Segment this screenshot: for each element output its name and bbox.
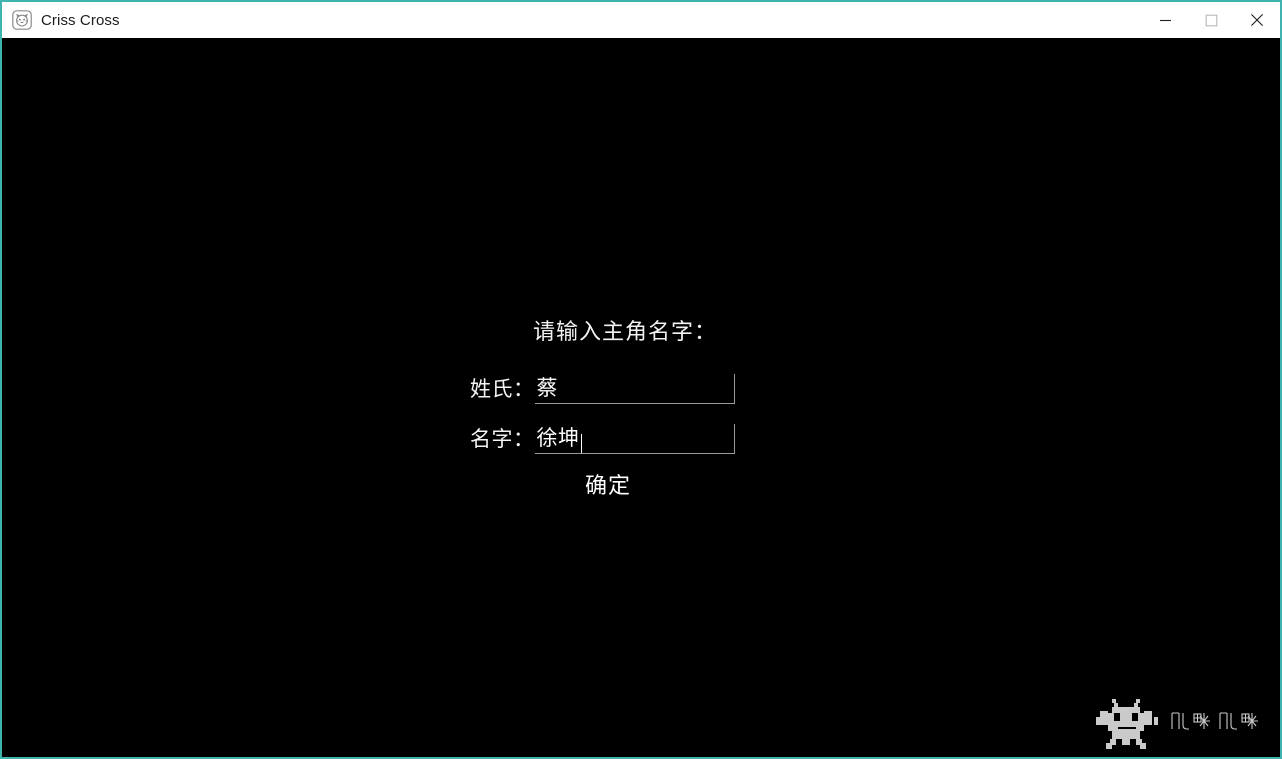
game-canvas[interactable]: 请输入主角名字： 姓氏： 蔡 名字： 徐坤 确定: [2, 38, 1280, 757]
app-window: Criss Cross 请输入主角名字： 姓氏： 蔡 名字： 徐坤 确定: [0, 0, 1282, 759]
cat-face-icon: [12, 10, 32, 30]
given-name-field-row: 名字： 徐坤: [470, 422, 735, 454]
surname-text-caret: [559, 384, 560, 403]
minimize-button[interactable]: [1142, 2, 1188, 38]
given-name-text-caret: [580, 434, 582, 453]
maximize-button[interactable]: [1188, 2, 1234, 38]
dialog-heading: 请输入主角名字：: [532, 320, 717, 345]
watermark-text: 叽咪叽咪: [1170, 707, 1270, 742]
given-name-label: 名字：: [470, 427, 535, 451]
window-controls: [1142, 2, 1280, 38]
close-icon: [1250, 13, 1264, 27]
title-bar: Criss Cross: [2, 2, 1280, 38]
maximize-icon: [1205, 14, 1218, 27]
confirm-button[interactable]: 确定: [577, 472, 639, 502]
given-name-input-value: 徐坤: [536, 426, 580, 450]
title-bar-left: Criss Cross: [2, 2, 120, 38]
close-button[interactable]: [1234, 2, 1280, 38]
minimize-icon: [1159, 14, 1172, 27]
given-name-input[interactable]: 徐坤: [534, 424, 735, 454]
watermark-label: 叽咪叽咪: [1270, 707, 1271, 708]
surname-field-row: 姓氏： 蔡: [470, 372, 735, 404]
surname-label: 姓氏：: [470, 377, 535, 401]
pixel-robot-icon: [1096, 699, 1158, 749]
watermark: 叽咪叽咪: [1096, 699, 1270, 749]
surname-input-value: 蔡: [536, 376, 558, 400]
surname-input[interactable]: 蔡: [534, 374, 735, 404]
window-title: Criss Cross: [41, 11, 120, 29]
